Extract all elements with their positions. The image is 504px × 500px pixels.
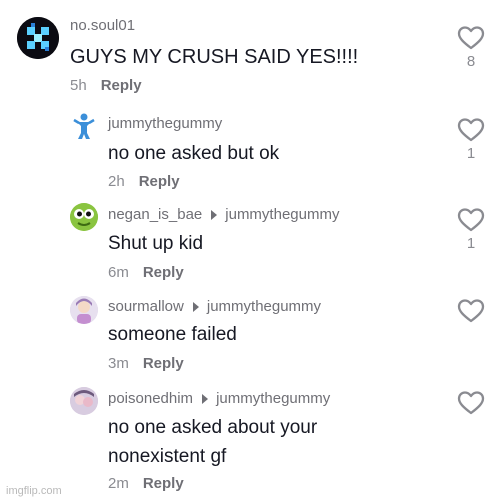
like-button[interactable] [457,298,485,326]
heart-outline-icon[interactable] [457,25,485,51]
comment-time: 2h [108,173,125,190]
avatar-character-icon [70,296,98,324]
reply-button[interactable]: Reply [143,475,184,492]
heart-outline-icon[interactable] [457,390,485,416]
comment-item: no.soul01 GUYS MY CRUSH SAID YES!!!! 5h R… [0,0,504,110]
watermark: imgflip.com [6,485,62,497]
heart-outline-icon[interactable] [457,298,485,324]
comment-text: Shut up kid [108,231,203,257]
comment-text-line: someone failed [108,324,237,345]
comment-meta: 3m Reply [108,355,184,372]
comment-meta: 2h Reply [108,173,180,190]
username-label: poisonedhim [108,390,194,407]
avatar-pixel-icon [17,17,59,59]
avatar[interactable] [70,203,98,231]
avatar[interactable] [70,296,98,324]
reply-arrow-icon [202,393,209,404]
reply-item: poisonedhim jummythegummy no one asked a… [0,380,504,500]
comment-meta: 6m Reply [108,264,184,281]
comment-time: 6m [108,264,129,281]
reply-to-username[interactable]: jummythegummy [207,298,321,315]
username-label: negan_is_bae [108,206,203,223]
comment-username[interactable]: sourmallow jummythegummy [108,298,321,315]
avatar-frog-icon [70,203,98,231]
comment-time: 3m [108,355,129,372]
heart-outline-icon[interactable] [457,207,485,233]
comment-time: 2m [108,475,129,492]
comment-text-line: GUYS MY CRUSH SAID YES!!!! [70,46,359,68]
like-button[interactable]: 1 [457,117,485,162]
like-count: 1 [466,235,476,252]
username-label: no.soul01 [70,17,136,34]
like-count: 8 [466,53,476,70]
avatar[interactable] [70,112,98,140]
reply-item: sourmallow jummythegummy someone failed … [0,292,504,380]
username-label: sourmallow [108,298,184,315]
username-label: jummythegummy [108,115,223,132]
comment-text-line: Shut up kid [108,233,204,254]
reply-arrow-icon [192,301,199,312]
like-button[interactable]: 8 [457,25,485,70]
reply-item: negan_is_bae jummythegummy Shut up kid 6… [0,200,504,292]
comment-text: no one asked about your nonexistent gf [108,413,317,471]
comment-username[interactable]: jummythegummy [108,115,222,132]
avatar[interactable] [17,17,59,59]
heart-outline-icon[interactable] [457,117,485,143]
comment-meta: 5h Reply [70,77,142,94]
comment-username[interactable]: no.soul01 [70,17,135,34]
reply-item: jummythegummy no one asked but ok 2h Repl… [0,110,504,200]
reply-button[interactable]: Reply [143,264,184,281]
comment-time: 5h [70,77,87,94]
comment-meta: 2m Reply [108,475,184,492]
comment-text-line: nonexistent gf [108,446,227,467]
reply-to-username[interactable]: jummythegummy [216,390,330,407]
comment-text: GUYS MY CRUSH SAID YES!!!! [70,44,358,70]
reply-button[interactable]: Reply [101,77,142,94]
avatar[interactable] [70,387,98,415]
comment-text: someone failed [108,322,237,348]
reply-arrow-icon [211,209,218,220]
like-count: 1 [466,145,476,162]
comment-username[interactable]: negan_is_bae jummythegummy [108,206,339,223]
comment-text: no one asked but ok [108,141,279,167]
comment-text-line: no one asked but ok [108,143,280,164]
reply-to-username[interactable]: jummythegummy [225,206,339,223]
reply-button[interactable]: Reply [139,173,180,190]
like-button[interactable]: 1 [457,207,485,252]
avatar-character-icon [70,387,98,415]
avatar-figure-icon [73,113,95,139]
comment-text-line: no one asked about your [108,417,318,438]
reply-button[interactable]: Reply [143,355,184,372]
like-button[interactable] [457,390,485,418]
comment-username[interactable]: poisonedhim jummythegummy [108,390,330,407]
